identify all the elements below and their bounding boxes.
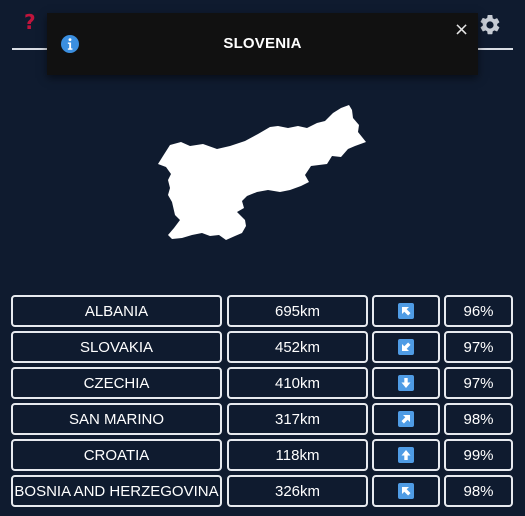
arrow-north-east-icon bbox=[398, 411, 414, 427]
arrow-north-west-icon bbox=[398, 303, 414, 319]
guess-proximity: 97% bbox=[444, 331, 513, 363]
guess-direction bbox=[372, 331, 440, 363]
guess-row: CZECHIA 410km 97% bbox=[11, 367, 513, 399]
guess-distance: 695km bbox=[227, 295, 368, 327]
guess-row: BOSNIA AND HERZEGOVINA 326km 98% bbox=[11, 475, 513, 507]
guess-proximity: 98% bbox=[444, 403, 513, 435]
game-screen: ? SLOVENIA × ALBANIA 695km 96% SLOVAKIA … bbox=[0, 0, 525, 516]
guess-country: BOSNIA AND HERZEGOVINA bbox=[11, 475, 222, 507]
arrow-south-icon bbox=[398, 375, 414, 391]
guess-direction bbox=[372, 439, 440, 471]
guess-direction bbox=[372, 295, 440, 327]
arrow-north-icon bbox=[398, 447, 414, 463]
guess-direction bbox=[372, 475, 440, 507]
guess-direction bbox=[372, 367, 440, 399]
guess-row: ALBANIA 695km 96% bbox=[11, 295, 513, 327]
guess-country: CROATIA bbox=[11, 439, 222, 471]
guess-proximity: 97% bbox=[444, 367, 513, 399]
guess-country: ALBANIA bbox=[11, 295, 222, 327]
guess-country: SLOVAKIA bbox=[11, 331, 222, 363]
guess-distance: 326km bbox=[227, 475, 368, 507]
guess-row: CROATIA 118km 99% bbox=[11, 439, 513, 471]
close-icon[interactable]: × bbox=[454, 19, 469, 40]
guess-country: CZECHIA bbox=[11, 367, 222, 399]
guess-proximity: 99% bbox=[444, 439, 513, 471]
guess-proximity: 96% bbox=[444, 295, 513, 327]
question-mark-icon[interactable]: ? bbox=[24, 12, 36, 32]
gear-icon[interactable] bbox=[478, 13, 502, 37]
arrow-south-west-icon bbox=[398, 339, 414, 355]
guess-distance: 410km bbox=[227, 367, 368, 399]
guess-distance: 452km bbox=[227, 331, 368, 363]
guess-proximity: 98% bbox=[444, 475, 513, 507]
guess-row: SAN MARINO 317km 98% bbox=[11, 403, 513, 435]
arrow-north-west-icon bbox=[398, 483, 414, 499]
answer-toast: SLOVENIA × bbox=[47, 13, 478, 75]
answer-title: SLOVENIA bbox=[223, 35, 302, 52]
guess-distance: 317km bbox=[227, 403, 368, 435]
guess-country: SAN MARINO bbox=[11, 403, 222, 435]
guess-row: SLOVAKIA 452km 97% bbox=[11, 331, 513, 363]
guess-direction bbox=[372, 403, 440, 435]
guess-distance: 118km bbox=[227, 439, 368, 471]
country-silhouette bbox=[158, 105, 366, 240]
